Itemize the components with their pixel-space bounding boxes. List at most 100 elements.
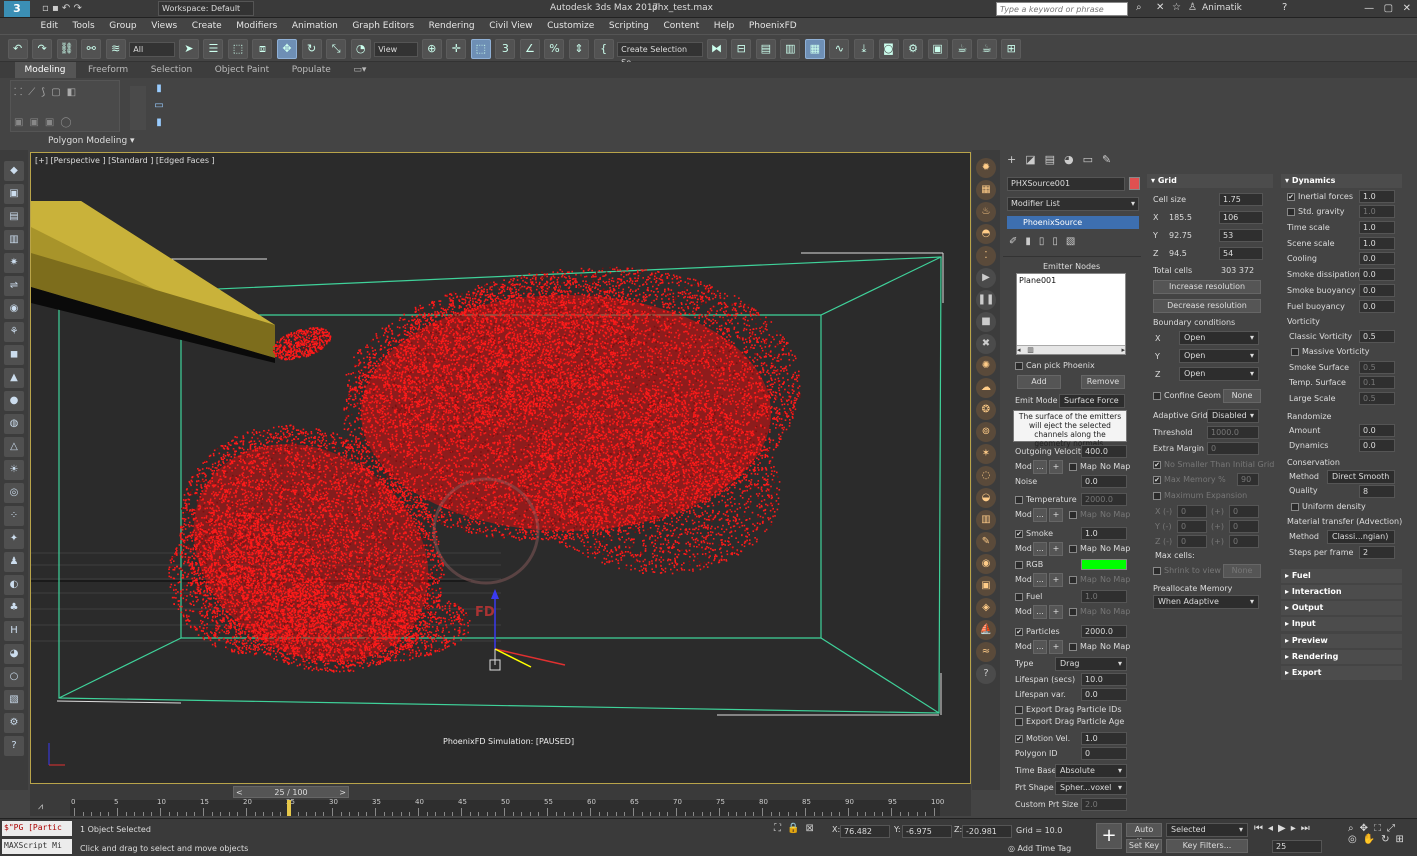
mirror-icon[interactable]: ⧓ — [706, 39, 727, 59]
max-expansion-checkbox[interactable]: Maximum Expansion — [1153, 488, 1247, 503]
smoke-mod-dots-button[interactable]: ... — [1033, 542, 1047, 556]
key-mode-dropdown[interactable]: Selected ▾ — [1166, 823, 1248, 837]
fuel-no-map-label[interactable]: No Map — [1100, 604, 1130, 619]
fuel-buoyancy-input[interactable]: 0.0 — [1359, 300, 1395, 313]
phoenix-bucket-icon[interactable]: ▥ — [976, 510, 996, 530]
transform-icon[interactable]: ⇌ — [4, 276, 24, 296]
schematic-view-icon[interactable]: ⤓ — [853, 39, 874, 59]
particles-mod-plus-button[interactable]: + — [1049, 640, 1063, 654]
lifespan-var-input[interactable]: 0.0 — [1081, 688, 1127, 701]
adaptive-grid-dropdown[interactable]: Disabled ▾ — [1207, 409, 1259, 423]
exp-z-neg-input[interactable]: 0 — [1177, 535, 1207, 548]
menu-modifiers[interactable]: Modifiers — [230, 18, 283, 34]
prt-shape-dropdown[interactable]: Spher...voxel ▾ — [1055, 781, 1127, 795]
quick-access-icons[interactable]: ▫ ▪ ↶ ↷ — [42, 3, 82, 14]
unlink-icon[interactable]: ⚯ — [81, 39, 102, 59]
dynamics-header[interactable]: ▾ Dynamics — [1281, 174, 1402, 188]
smoke-no-map-label[interactable]: No Map — [1100, 541, 1130, 556]
map-checkbox[interactable]: Map — [1069, 459, 1097, 474]
phoenix-liquid-icon[interactable]: ◓ — [976, 224, 996, 244]
motion-vel-input[interactable]: 1.0 — [1081, 732, 1127, 745]
max-memory-checkbox[interactable]: ✔ Max Memory % — [1153, 472, 1226, 487]
mod-plus-button[interactable]: + — [1049, 460, 1063, 474]
menu-views[interactable]: Views — [145, 18, 183, 34]
isolate-lock-icons[interactable]: ⛶🔒⊠ — [774, 823, 820, 834]
phoenix-cube-icon[interactable]: ▣ — [976, 576, 996, 596]
coord-z-input[interactable]: -20.981 — [962, 825, 1012, 838]
std-gravity-checkbox[interactable]: Std. gravity — [1287, 204, 1344, 219]
playback-controls[interactable]: ⏮◂▶▸⏭ — [1254, 823, 1315, 834]
phoenix-drop-icon[interactable]: ◒ — [976, 488, 996, 508]
user-name[interactable]: Animatik — [1202, 3, 1242, 13]
boundary-z-dropdown[interactable]: Open ▾ — [1179, 367, 1259, 381]
cooling-input[interactable]: 0.0 — [1359, 252, 1395, 265]
decrease-resolution-button[interactable]: Decrease resolution — [1153, 299, 1261, 313]
ribbon-panel-label[interactable]: Polygon Modeling ▾ — [48, 136, 135, 146]
mt-method-dropdown[interactable]: Classi...ngian)▾ — [1327, 530, 1395, 553]
polygon-id-input[interactable]: 0 — [1081, 747, 1127, 760]
rgb-no-map-label[interactable]: No Map — [1100, 572, 1130, 587]
tab-freeform[interactable]: Freeform — [78, 62, 138, 78]
select-rotate-icon[interactable]: ↻ — [301, 39, 322, 59]
snap-3d-icon[interactable]: 3 — [495, 39, 516, 59]
phoenix-vortex-icon[interactable]: ⊚ — [976, 422, 996, 442]
list-icon[interactable]: ▧ — [4, 690, 24, 710]
angle-snap-icon[interactable]: ∠ — [519, 39, 540, 59]
coord-x-input[interactable]: 76.482 — [840, 825, 890, 838]
fuel-checkbox[interactable]: Fuel — [1015, 589, 1042, 604]
phoenix-boat-icon[interactable]: ⛵ — [976, 620, 996, 640]
confine-geom-none-button[interactable]: None — [1223, 389, 1261, 403]
placement-icon[interactable]: ◔ — [350, 39, 371, 59]
sphere-icon[interactable]: ● — [4, 391, 24, 411]
classic-vorticity-input[interactable]: 0.5 — [1359, 330, 1395, 343]
temperature-checkbox[interactable]: Temperature — [1015, 492, 1077, 507]
phoenix-grid-icon[interactable]: ▦ — [976, 180, 996, 200]
no-map-label[interactable]: No Map — [1100, 459, 1130, 474]
smoke-buoyancy-input[interactable]: 0.0 — [1359, 284, 1395, 297]
select-manipulate-icon[interactable]: ✛ — [446, 39, 467, 59]
scene-explorer-icon[interactable]: ▤ — [755, 39, 776, 59]
render-setup-icon[interactable]: ⚙ — [903, 39, 924, 59]
steps-per-frame-input[interactable]: 2 — [1359, 546, 1395, 559]
modifier-list-dropdown[interactable]: Modifier List ▾ — [1007, 197, 1139, 211]
hf-icon[interactable]: H — [4, 621, 24, 641]
stack-tools-icons[interactable]: ✐▮▯▯▧ — [1009, 236, 1083, 247]
tab-populate[interactable]: Populate — [282, 62, 341, 78]
rgb-checkbox[interactable]: RGB — [1015, 557, 1043, 572]
emitter-node-item[interactable]: Plane001 — [1017, 274, 1125, 287]
info-icon[interactable]: ? — [4, 736, 24, 756]
search-input[interactable] — [996, 2, 1128, 16]
tab-object-paint[interactable]: Object Paint — [205, 62, 279, 78]
window-crossing-icon[interactable]: ⧈ — [252, 39, 273, 59]
randomize-dynamics-input[interactable]: 0.0 — [1359, 439, 1395, 452]
ribbon-side-icons[interactable] — [130, 86, 146, 130]
command-panel-tabs[interactable]: +◪▤◕▭✎ — [1007, 153, 1120, 166]
rollout-preview[interactable]: ▸ Preview — [1281, 634, 1402, 648]
stop-icon[interactable]: ■ — [976, 312, 996, 332]
exp-y-pos-input[interactable]: 0 — [1229, 520, 1259, 533]
phoenix-mesh-icon[interactable]: ◈ — [976, 598, 996, 618]
exp-y-neg-input[interactable]: 0 — [1177, 520, 1207, 533]
scene-scale-input[interactable]: 1.0 — [1359, 237, 1395, 250]
menu-customize[interactable]: Customize — [541, 18, 600, 34]
layer-explorer-icon[interactable]: ▥ — [780, 39, 801, 59]
uniform-density-checkbox[interactable]: Uniform density — [1291, 499, 1366, 514]
phoenix-source-icon[interactable]: ✶ — [976, 444, 996, 464]
menu-tools[interactable]: Tools — [67, 18, 101, 34]
temp-map-checkbox[interactable]: Map — [1069, 507, 1097, 522]
key-filters-button[interactable]: Key Filters... — [1166, 839, 1248, 853]
rollout-interaction[interactable]: ▸ Interaction — [1281, 585, 1402, 599]
exp-x-pos-input[interactable]: 0 — [1229, 505, 1259, 518]
time-base-dropdown[interactable]: Absolute ▾ — [1055, 764, 1127, 778]
phoenix-swirl-icon[interactable]: ◌ — [976, 466, 996, 486]
play-icon[interactable]: ▶ — [976, 268, 996, 288]
menu-phoenixfd[interactable]: PhoenixFD — [743, 18, 803, 34]
ribbon-toggle-icon[interactable]: ▦ — [804, 39, 825, 59]
auto-key-button[interactable]: Auto Key — [1126, 823, 1162, 846]
menu-content[interactable]: Content — [657, 18, 705, 34]
coord-y-input[interactable]: -6.975 — [902, 825, 952, 838]
settings-icon[interactable]: ⚙ — [4, 713, 24, 733]
time-slider[interactable]: < 25 / 100 > — [233, 786, 349, 798]
smoke-map-checkbox[interactable]: Map — [1069, 541, 1097, 556]
fuel-mod-plus-button[interactable]: + — [1049, 605, 1063, 619]
